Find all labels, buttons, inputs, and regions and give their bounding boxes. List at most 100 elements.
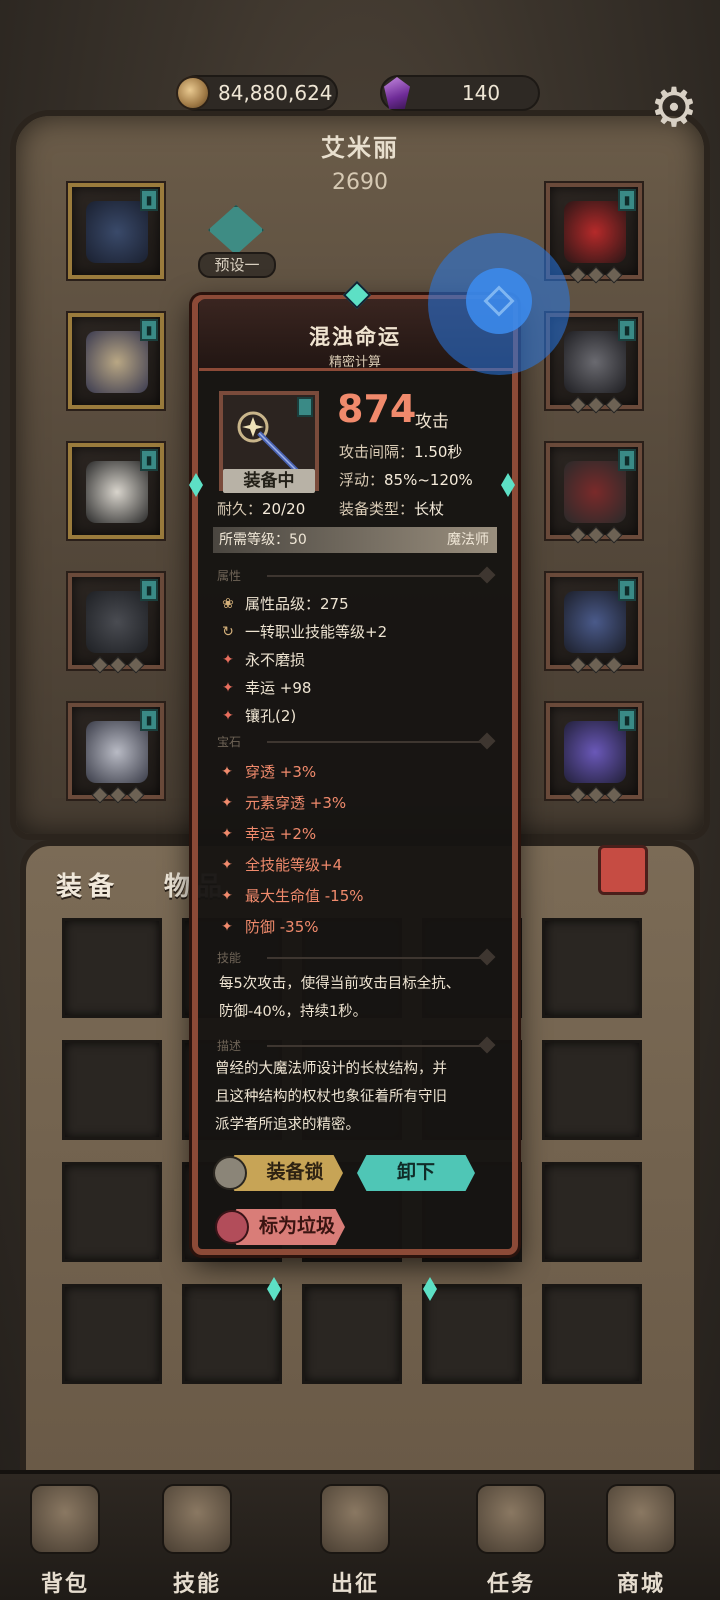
inventory-cell[interactable] (542, 1284, 642, 1384)
lock-icon: ▮ (618, 709, 636, 731)
gem-stat-line: ✦ 元素穿透 +3% (219, 792, 346, 813)
item-description: 曾经的大魔法师设计的长杖结构，并 且这种结构的权杖也象征着所有守旧 派学者所追求… (215, 1055, 495, 1139)
gem-stat-text: 元素穿透 +3% (245, 794, 347, 812)
gem-stat-line: ✦ 穿透 +3% (219, 761, 316, 782)
attribute-text: 一转职业技能等级+2 (245, 623, 388, 641)
nav-label: 背包 (40, 1572, 89, 1597)
inventory-cell[interactable] (62, 1040, 162, 1140)
lotus-icon: ❀ (222, 595, 234, 612)
float-range: 浮动：85%~120% (339, 469, 473, 490)
section-description: 描述 (217, 1036, 496, 1054)
preset-button[interactable]: 预设一 (198, 252, 276, 278)
staff-icon (564, 591, 626, 653)
star-icon: ✦ (221, 825, 233, 842)
gem-amount: 140 (461, 81, 501, 105)
attribute-line: ✦ 永不磨损 (219, 649, 305, 670)
boots-icon (86, 721, 148, 783)
attack-value: 874 (337, 387, 417, 431)
attribute-line: ❀ 属性品级：275 (219, 593, 349, 614)
hood-icon (86, 201, 148, 263)
cycle-icon: ↻ (222, 623, 234, 640)
bottom-nav: 背包 技能 出征 任务 商城 (0, 1470, 720, 1600)
gem-stat-line: ✦ 全技能等级+4 (219, 854, 342, 875)
inventory-cell[interactable] (542, 918, 642, 1018)
map-scroll-icon (320, 1484, 390, 1554)
attack-label: 攻击 (415, 412, 449, 432)
nav-backpack[interactable]: 背包 (10, 1484, 120, 1598)
equip-slot-ring-2[interactable]: ▮ (546, 443, 642, 544)
nav-label: 商城 (616, 1572, 665, 1597)
gem-stat-line: ✦ 防御 -35% (219, 916, 319, 937)
nav-expedition[interactable]: 出征 (300, 1484, 410, 1598)
section-attributes: 属性 (217, 566, 496, 584)
equipped-badge: 装备中 (223, 469, 315, 493)
equip-slot-offhand[interactable]: ▮ (546, 703, 642, 804)
durability-value: 20/20 (262, 500, 306, 518)
gem-stat-text: 防御 -35% (245, 918, 319, 936)
equip-slot-gloves[interactable]: ▮ (68, 443, 164, 539)
attribute-text: 属性品级：275 (245, 595, 349, 613)
nav-shop[interactable]: 商城 (586, 1484, 696, 1598)
section-gems: 宝石 (217, 732, 496, 750)
attack-interval: 攻击间隔：1.50秒 (339, 441, 462, 462)
character-name: 艾米丽 (321, 134, 399, 162)
lock-button-label: 装备锁 (266, 1161, 324, 1183)
gem-stat-text: 穿透 +3% (245, 763, 317, 781)
lock-icon: ▮ (618, 579, 636, 601)
equip-slot-armor[interactable]: ▮ (68, 313, 164, 409)
inventory-cell[interactable] (542, 1162, 642, 1262)
socket-row (569, 266, 623, 284)
lock-icon: ▮ (140, 579, 158, 601)
padlock-icon (213, 1156, 247, 1190)
crystal-offhand-icon (564, 721, 626, 783)
description-line: 派学者所追求的精密。 (215, 1117, 360, 1133)
lock-icon: ▮ (140, 319, 158, 341)
star-icon: ✦ (221, 763, 233, 780)
gem-ring-icon (564, 461, 626, 523)
gear-icon[interactable]: ⚙ (646, 80, 702, 136)
lock-icon: ▮ (140, 189, 158, 211)
nav-skills[interactable]: 技能 (142, 1484, 252, 1598)
star-icon: ✦ (221, 918, 233, 935)
equip-slot-amulet[interactable]: ▮ (546, 183, 642, 284)
inventory-cell[interactable] (62, 918, 162, 1018)
skill-text-line: 防御-40%，持续1秒。 (219, 1004, 368, 1020)
nav-quests[interactable]: 任务 (456, 1484, 566, 1598)
character-power: 2690 (332, 170, 388, 195)
socket-row (569, 786, 623, 804)
pants-icon (86, 591, 148, 653)
item-tooltip: 混浊命运 精密计算 装备中 874 攻击 攻击间隔：1.50秒 浮动：85%~1… (189, 280, 518, 1305)
equip-slot-boots[interactable]: ▮ (68, 703, 164, 804)
inventory-cell[interactable] (542, 1040, 642, 1140)
skill-description: 每5次攻击，使得当前攻击目标全抗、 防御-40%，持续1秒。 (219, 970, 499, 1026)
gem-stat-line: ✦ 最大生命值 -15% (219, 885, 364, 906)
gem-stat-text: 最大生命值 -15% (245, 887, 364, 905)
gem-display: 140 (380, 75, 540, 111)
equip-type-value: 长杖 (414, 500, 445, 518)
socket-row (91, 786, 145, 804)
diamond-ornament-icon (423, 1277, 437, 1301)
star-icon: ✦ (222, 651, 234, 668)
gem-stat-text: 全技能等级+4 (245, 856, 343, 874)
socket-row (569, 396, 623, 414)
coin-icon (176, 76, 210, 110)
attribute-text: 永不磨损 (245, 651, 306, 669)
nav-label: 出征 (330, 1572, 379, 1597)
inventory-cell[interactable] (62, 1284, 162, 1384)
durability: 耐久：20/20 (217, 498, 305, 519)
unequip-button[interactable]: 卸下 (357, 1155, 475, 1191)
inventory-cell[interactable] (62, 1162, 162, 1262)
skill-book-icon (162, 1484, 232, 1554)
attribute-line: ✦ 镶孔(2) (219, 705, 296, 726)
tab-equipment[interactable]: 装备 (56, 866, 120, 903)
equip-slot-weapon[interactable]: ▮ (546, 573, 642, 674)
lock-icon: ▮ (618, 189, 636, 211)
section-label: 技能 (217, 951, 242, 965)
equip-slot-pants[interactable]: ▮ (68, 573, 164, 674)
trash-icon[interactable] (598, 845, 648, 895)
section-skill: 技能 (217, 948, 496, 966)
attribute-line: ✦ 幸运 +98 (219, 677, 311, 698)
gem-stat-line: ✦ 幸运 +2% (219, 823, 316, 844)
equip-slot-helmet[interactable]: ▮ (68, 183, 164, 279)
durability-label: 耐久： (217, 500, 263, 518)
